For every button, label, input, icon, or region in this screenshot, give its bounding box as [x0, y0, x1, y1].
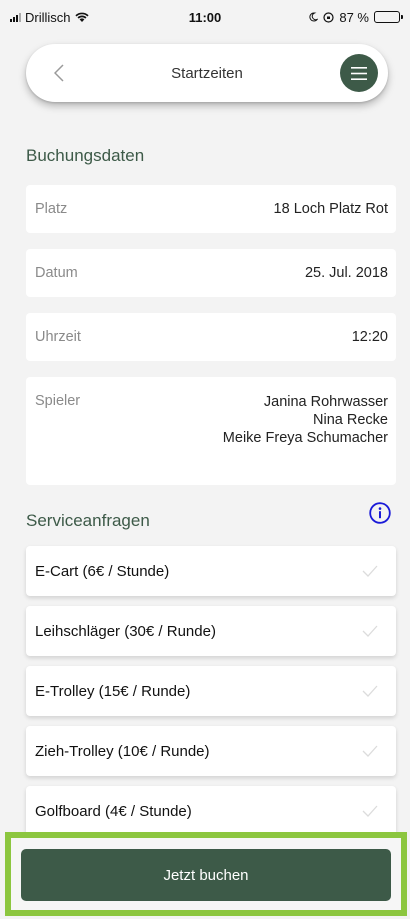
status-right: 87 % [308, 9, 403, 25]
spieler-name: Nina Recke [313, 412, 388, 428]
chevron-left-icon [54, 64, 64, 82]
platz-label: Platz [35, 201, 68, 217]
wifi-icon [74, 12, 89, 22]
uhrzeit-row: Uhrzeit 12:20 [26, 313, 396, 361]
service-label: Zieh-Trolley (10€ / Runde) [35, 742, 210, 760]
spieler-label: Spieler [35, 393, 81, 409]
spieler-name: Meike Freya Schumacher [222, 430, 388, 446]
service-item-leihschlaeger[interactable]: Leihschläger (30€ / Runde) [26, 606, 396, 656]
service-item-e-cart[interactable]: E-Cart (6€ / Stunde) [26, 546, 396, 596]
booking-section-title: Buchungsdaten [26, 146, 145, 165]
uhrzeit-label: Uhrzeit [35, 329, 81, 345]
book-button-highlight: Jetzt buchen [5, 832, 407, 916]
checkmark-icon [362, 625, 378, 637]
service-item-zieh-trolley[interactable]: Zieh-Trolley (10€ / Runde) [26, 726, 396, 776]
moon-icon [309, 12, 319, 22]
status-time: 11:00 [188, 9, 222, 25]
back-button[interactable] [42, 56, 76, 90]
spieler-name: Janina Rohrwasser [263, 394, 388, 410]
battery-icon [374, 11, 403, 23]
service-item-golfboard[interactable]: Golfboard (4€ / Stunde) [26, 786, 396, 836]
service-item-e-trolley[interactable]: E-Trolley (15€ / Runde) [26, 666, 396, 716]
spieler-row: Spieler Janina Rohrwasser Nina Recke Mei… [26, 377, 396, 485]
service-label: E-Trolley (15€ / Runde) [35, 682, 191, 700]
menu-button[interactable] [340, 54, 378, 92]
page-title: Startzeiten [171, 64, 243, 82]
uhrzeit-value: 12:20 [351, 329, 388, 345]
platz-row: Platz 18 Loch Platz Rot [26, 185, 396, 233]
checkmark-icon [362, 745, 378, 757]
checkmark-icon [362, 685, 378, 697]
service-label: E-Cart (6€ / Stunde) [35, 562, 170, 580]
info-icon[interactable] [369, 502, 391, 524]
signal-icon [10, 12, 21, 22]
service-label: Golfboard (4€ / Stunde) [35, 802, 192, 820]
datum-label: Datum [35, 265, 78, 281]
status-bar: Drillisch 11:00 87 % [0, 0, 410, 34]
platz-value: 18 Loch Platz Rot [273, 201, 388, 217]
datum-value: 25. Jul. 2018 [304, 265, 388, 281]
book-now-button[interactable]: Jetzt buchen [21, 849, 391, 901]
hamburger-menu-icon [351, 66, 367, 80]
datum-row: Datum 25. Jul. 2018 [26, 249, 396, 297]
checkmark-icon [362, 565, 378, 577]
carrier-name: Drillisch [25, 9, 71, 25]
service-label: Leihschläger (30€ / Runde) [35, 622, 216, 640]
checkmark-icon [362, 805, 378, 817]
spieler-list: Janina Rohrwasser Nina Recke Meike Freya… [223, 393, 388, 447]
status-left: Drillisch [10, 10, 89, 25]
battery-percent: 87 % [339, 9, 369, 25]
orientation-lock-icon [323, 11, 334, 23]
services-section-title: Serviceanfragen [26, 511, 150, 530]
nav-bar: Startzeiten [26, 44, 388, 102]
